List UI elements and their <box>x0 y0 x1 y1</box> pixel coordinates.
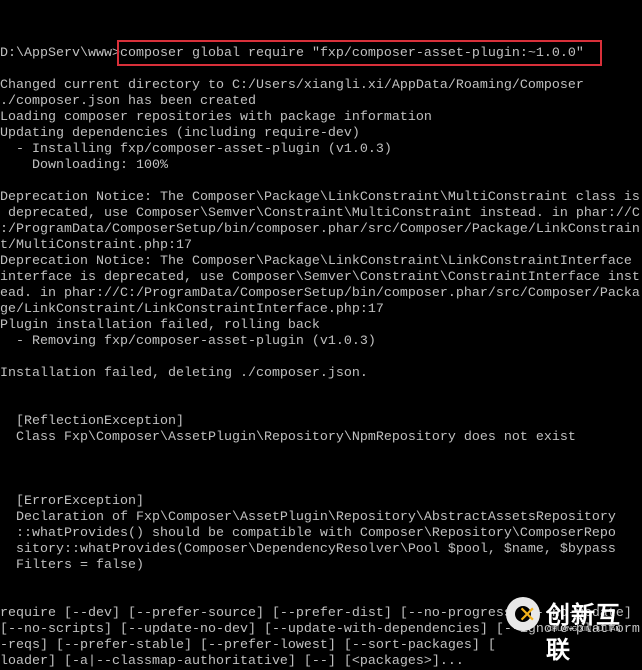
console-line: Filters = false) <box>0 558 144 573</box>
highlighted-command: composer global require "fxp/composer-as… <box>119 46 584 61</box>
console-line: Installation failed, deleting ./composer… <box>0 366 368 381</box>
console-line: Changed current directory to C:/Users/xi… <box>0 78 584 93</box>
watermark: ✕ 创新互联 CHUANG XIN HU LIAN <box>506 595 636 664</box>
console-line: Declaration of Fxp\Composer\AssetPlugin\… <box>0 510 616 525</box>
console-line: [ReflectionException] <box>0 414 184 429</box>
console-line: t/MultiConstraint.php:17 <box>0 238 192 253</box>
console-line: deprecated, use Composer\Semver\Constrai… <box>0 206 640 221</box>
console-line: ead. in phar://C:/ProgramData/ComposerSe… <box>0 286 640 301</box>
prompt: D:\AppServ\www> <box>0 46 120 61</box>
console-line: Loading composer repositories with packa… <box>0 110 432 125</box>
logo-icon: ✕ <box>506 597 540 631</box>
console-line: Plugin installation failed, rolling back <box>0 318 320 333</box>
console-line: Updating dependencies (including require… <box>0 126 360 141</box>
watermark-brand-en: CHUANG XIN HU LIAN <box>547 626 621 633</box>
console-line: interface is deprecated, use Composer\Se… <box>0 270 640 285</box>
console-line: :/ProgramData/ComposerSetup/bin/composer… <box>0 222 640 237</box>
console-line: Deprecation Notice: The Composer\Package… <box>0 254 632 269</box>
command-line: D:\AppServ\www>composer global require "… <box>0 46 642 62</box>
console-line: ./composer.json has been created <box>0 94 256 109</box>
console-line: - Installing fxp/composer-asset-plugin (… <box>0 142 392 157</box>
console-line: Class Fxp\Composer\AssetPlugin\Repositor… <box>0 430 576 445</box>
console-line: [ErrorException] <box>0 494 144 509</box>
console-line: Deprecation Notice: The Composer\Package… <box>0 190 640 205</box>
console-output: D:\AppServ\www>composer global require "… <box>0 14 642 670</box>
console-line: ::whatProvides() should be compatible wi… <box>0 526 616 541</box>
console-line: ge/LinkConstraint/LinkConstraintInterfac… <box>0 302 384 317</box>
console-line: - Removing fxp/composer-asset-plugin (v1… <box>0 334 376 349</box>
console-line: sitory::whatProvides(Composer\Dependency… <box>0 542 616 557</box>
console-line: Downloading: 100% <box>0 158 168 173</box>
